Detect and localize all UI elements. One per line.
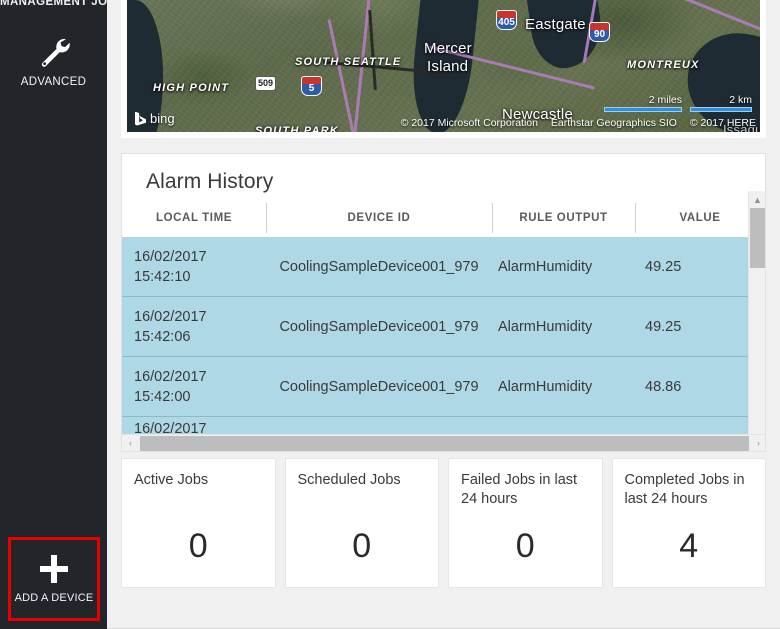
map-scale-miles: 2 miles [604, 94, 682, 112]
sidebar-section-management-jobs[interactable]: MANAGEMENT JOBS [0, 0, 107, 8]
cell-date: 16/02/2017 [134, 368, 207, 385]
dashboard-root: MANAGEMENT JOBS ADVANCED ADD A DEVICE [0, 0, 780, 629]
vertical-scrollbar-thumb[interactable] [750, 208, 765, 268]
map-scale: 2 miles 2 km [604, 94, 752, 112]
kpi-value: 0 [515, 527, 535, 565]
alarm-history-body: 16/02/2017 15:42:10 CoolingSampleDevice0… [122, 237, 765, 437]
sidebar-item-advanced[interactable]: ADVANCED [0, 34, 107, 88]
scroll-left-arrow-icon[interactable]: ‹ [122, 435, 139, 452]
cell-local-time: 16/02/2017 15:42:00 [122, 367, 266, 407]
kpi-card-active-jobs[interactable]: Active Jobs 0 [121, 458, 276, 588]
table-row[interactable]: 16/02/2017 15:42:10 CoolingSampleDevice0… [122, 237, 765, 297]
cell-device-id: CoolingSampleDevice001_979 [279, 318, 479, 335]
wrench-icon [34, 34, 74, 68]
alarm-history-title: Alarm History [146, 170, 274, 193]
map-attribution-here: © 2017 HERE [689, 117, 756, 129]
map-scale-miles-label: 2 miles [648, 94, 682, 106]
table-row[interactable]: 16/02/2017 15:42:06 CoolingSampleDevice0… [122, 297, 765, 357]
map-attribution: © 2017 Microsoft Corporation Earthstar G… [391, 117, 756, 129]
job-kpi-cards: Active Jobs 0 Scheduled Jobs 0 Failed Jo… [121, 458, 766, 588]
kpi-label: Completed Jobs in last 24 hours [624, 472, 745, 507]
vertical-scrollbar[interactable]: ▲ ▼ [748, 191, 765, 451]
cell-device-id: CoolingSampleDevice001_979 [279, 258, 479, 275]
kpi-value: 0 [188, 527, 208, 565]
route-shield-5-icon: 5 [301, 76, 322, 96]
column-header-device-id[interactable]: DEVICE ID [266, 201, 492, 235]
route-shield-405-icon: 405 [496, 10, 517, 30]
horizontal-scrollbar-thumb[interactable] [140, 435, 749, 451]
kpi-label: Active Jobs [134, 472, 209, 488]
cell-rule-output: AlarmHumidity [498, 378, 593, 395]
cell-value: 49.25 [645, 318, 682, 335]
add-a-device-label: ADD A DEVICE [14, 591, 94, 604]
plus-icon [40, 554, 68, 583]
map-scale-km-label: 2 km [729, 94, 752, 106]
horizontal-scrollbar[interactable]: ‹ › [122, 434, 765, 452]
alarm-history-header-row: LOCAL TIME DEVICE ID RULE OUTPUT VALUE [122, 200, 765, 237]
bing-logo[interactable]: bing [135, 111, 175, 126]
cell-rule-output: AlarmHumidity [498, 318, 593, 335]
alarm-history-table: LOCAL TIME DEVICE ID RULE OUTPUT VALUE 1… [122, 200, 765, 437]
kpi-card-completed-jobs[interactable]: Completed Jobs in last 24 hours 4 [611, 458, 766, 588]
map-canvas[interactable]: SOUTH SEATTLE HIGH POINT SOUTH PARK MONT… [127, 0, 760, 132]
cell-device-id: CoolingSampleDevice001_979 [279, 378, 479, 395]
cell-value: 48.86 [645, 378, 682, 395]
cell-date: 16/02/2017 [134, 248, 207, 265]
cell-time: 15:42:06 [134, 328, 191, 345]
map-scale-miles-bar [604, 107, 682, 112]
cell-date: 16/02/2017 [134, 308, 207, 325]
map-scale-km-bar [690, 107, 752, 112]
table-row[interactable]: 16/02/2017 15:42:00 CoolingSampleDevice0… [122, 357, 765, 417]
cell-local-time: 16/02/2017 15:42:06 [122, 307, 266, 347]
route-shield-90-icon: 90 [589, 22, 610, 42]
map-attribution-earthstar: Earthstar Geographics SIO [550, 117, 677, 129]
kpi-label: Failed Jobs in last 24 hours [461, 472, 578, 507]
scroll-right-arrow-icon[interactable]: › [750, 435, 765, 452]
route-shield-509-icon: 509 [255, 76, 276, 91]
map-scale-km: 2 km [690, 94, 752, 112]
device-map-panel[interactable]: SOUTH SEATTLE HIGH POINT SOUTH PARK MONT… [121, 0, 766, 138]
kpi-card-failed-jobs[interactable]: Failed Jobs in last 24 hours 0 [448, 458, 603, 588]
scroll-up-arrow-icon[interactable]: ▲ [749, 191, 765, 208]
column-header-value[interactable]: VALUE [635, 201, 765, 235]
kpi-label: Scheduled Jobs [297, 472, 401, 488]
kpi-value: 4 [679, 527, 699, 565]
add-a-device-button[interactable]: ADD A DEVICE [8, 537, 100, 621]
kpi-card-scheduled-jobs[interactable]: Scheduled Jobs 0 [284, 458, 439, 588]
column-header-rule-output[interactable]: RULE OUTPUT [492, 201, 635, 235]
bing-logo-text: bing [150, 111, 175, 126]
cell-time: 15:42:00 [134, 388, 191, 405]
main-content: SOUTH SEATTLE HIGH POINT SOUTH PARK MONT… [107, 0, 780, 629]
left-sidebar: MANAGEMENT JOBS ADVANCED ADD A DEVICE [0, 0, 107, 629]
map-attribution-microsoft: © 2017 Microsoft Corporation [400, 117, 538, 129]
kpi-value: 0 [352, 527, 372, 565]
bing-mark-icon [135, 111, 146, 126]
cell-local-time: 16/02/2017 15:42:10 [122, 247, 266, 287]
cell-rule-output: AlarmHumidity [498, 258, 593, 275]
column-header-local-time[interactable]: LOCAL TIME [122, 201, 266, 235]
cell-value: 49.25 [645, 258, 682, 275]
cell-time: 15:42:10 [134, 268, 191, 285]
alarm-history-panel: Alarm History LOCAL TIME DEVICE ID RULE … [121, 153, 766, 452]
sidebar-item-label: ADVANCED [20, 76, 87, 88]
